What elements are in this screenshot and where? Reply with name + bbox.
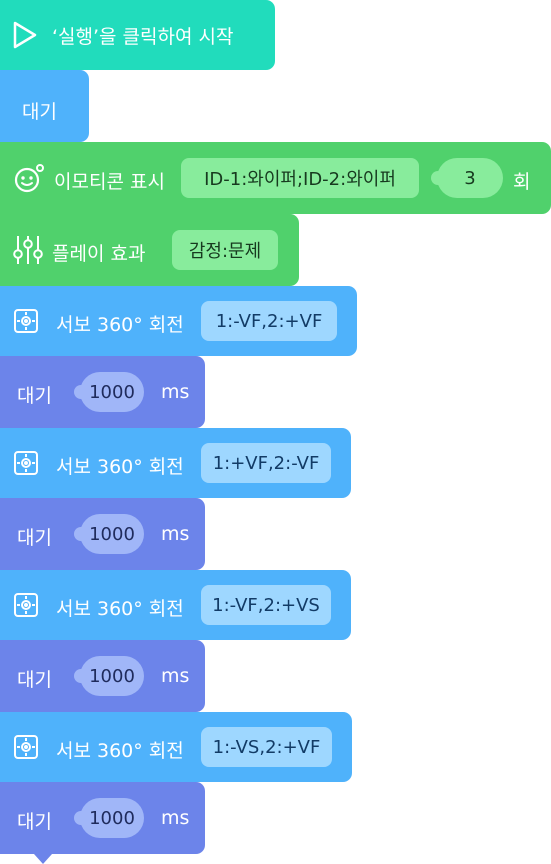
- wait-ms-label: 대기: [17, 669, 52, 691]
- servo-rotate-value: 1:-VF,2:+VS: [212, 594, 320, 616]
- wait-ms-socket: [74, 669, 88, 683]
- servo-icon: [14, 593, 38, 617]
- servo-rotate-value: 1:+VF,2:-VF: [212, 452, 320, 474]
- wait-ms-field[interactable]: 1000: [74, 372, 144, 412]
- wait-ms-unit: ms: [161, 523, 190, 545]
- servo-rotate-block[interactable]: 서보 360° 회전 1:-VF,2:+VF: [0, 286, 357, 366]
- wait-ms-socket: [74, 527, 88, 541]
- emoticon-count-value: 3: [464, 167, 476, 189]
- servo-rotate-block[interactable]: 서보 360° 회전 1:+VF,2:-VF: [0, 428, 351, 508]
- play-effect-value: 감정:문제: [188, 241, 262, 262]
- wait-ms-label: 대기: [17, 385, 52, 407]
- servo-rotate-label: 서보 360° 회전: [56, 740, 184, 762]
- wait-ms-label: 대기: [17, 527, 52, 549]
- wait-ms-connector: [34, 854, 52, 864]
- servo-rotate-field[interactable]: 1:-VF,2:+VF: [201, 301, 337, 341]
- wait-ms-value: 1000: [89, 523, 135, 545]
- wait-ms-block[interactable]: 대기 1000 ms: [0, 498, 205, 580]
- servo-rotate-label: 서보 360° 회전: [56, 314, 184, 336]
- start-block[interactable]: ‘실행’을 클릭하여 시작: [0, 0, 275, 80]
- servo-rotate-block[interactable]: 서보 360° 회전 1:-VF,2:+VS: [0, 570, 351, 650]
- wait-ms-label: 대기: [17, 811, 52, 833]
- wait-ms-value: 1000: [89, 665, 135, 687]
- wait-ms-block[interactable]: 대기 1000 ms: [0, 356, 205, 438]
- wait-ms-field[interactable]: 1000: [74, 798, 144, 838]
- wait-ms-value: 1000: [89, 807, 135, 829]
- start-block-label: ‘실행’을 클릭하여 시작: [52, 26, 234, 48]
- servo-rotate-block[interactable]: 서보 360° 회전 1:-VS,2:+VF: [0, 712, 352, 792]
- wait-ms-socket: [74, 385, 88, 399]
- servo-rotate-field[interactable]: 1:-VS,2:+VF: [201, 727, 332, 767]
- smiley-icon: [14, 164, 44, 193]
- servo-rotate-value: 1:-VS,2:+VF: [212, 736, 321, 758]
- wait-block-label: 대기: [22, 101, 57, 123]
- emoticon-block-label: 이모티콘 표시: [54, 171, 165, 193]
- servo-icon: [14, 451, 38, 475]
- wait-ms-field[interactable]: 1000: [74, 514, 144, 554]
- play-effect-block[interactable]: 플레이 효과 감정:문제: [0, 214, 299, 296]
- wait-ms-socket: [74, 811, 88, 825]
- servo-icon: [14, 735, 38, 759]
- servo-rotate-field[interactable]: 1:-VF,2:+VS: [201, 585, 331, 625]
- servo-icon: [14, 309, 38, 333]
- wait-ms-field[interactable]: 1000: [74, 656, 144, 696]
- servo-rotate-label: 서보 360° 회전: [56, 456, 184, 478]
- wait-ms-block[interactable]: 대기 1000 ms: [0, 782, 205, 864]
- equalizer-icon: [13, 236, 43, 264]
- wait-ms-unit: ms: [161, 665, 190, 687]
- emoticon-block[interactable]: 이모티콘 표시 ID-1:와이퍼;ID-2:와이퍼 3 회: [0, 142, 551, 224]
- emoticon-id-field[interactable]: ID-1:와이퍼;ID-2:와이퍼: [181, 158, 419, 198]
- emoticon-id-value: ID-1:와이퍼;ID-2:와이퍼: [204, 169, 396, 190]
- emoticon-count-socket: [431, 171, 445, 185]
- servo-rotate-field[interactable]: 1:+VF,2:-VF: [201, 443, 331, 483]
- emoticon-count-suffix: 회: [513, 171, 531, 193]
- play-effect-field[interactable]: 감정:문제: [172, 230, 278, 270]
- servo-rotate-label: 서보 360° 회전: [56, 598, 184, 620]
- wait-block-first[interactable]: 대기: [0, 70, 89, 152]
- servo-rotate-value: 1:-VF,2:+VF: [215, 310, 323, 332]
- play-effect-label: 플레이 효과: [52, 243, 146, 265]
- wait-ms-value: 1000: [89, 381, 135, 403]
- wait-ms-block[interactable]: 대기 1000 ms: [0, 640, 205, 722]
- wait-ms-unit: ms: [161, 381, 190, 403]
- emoticon-count-field[interactable]: 3: [431, 158, 503, 198]
- wait-ms-unit: ms: [161, 807, 190, 829]
- play-outline-icon: [13, 21, 37, 49]
